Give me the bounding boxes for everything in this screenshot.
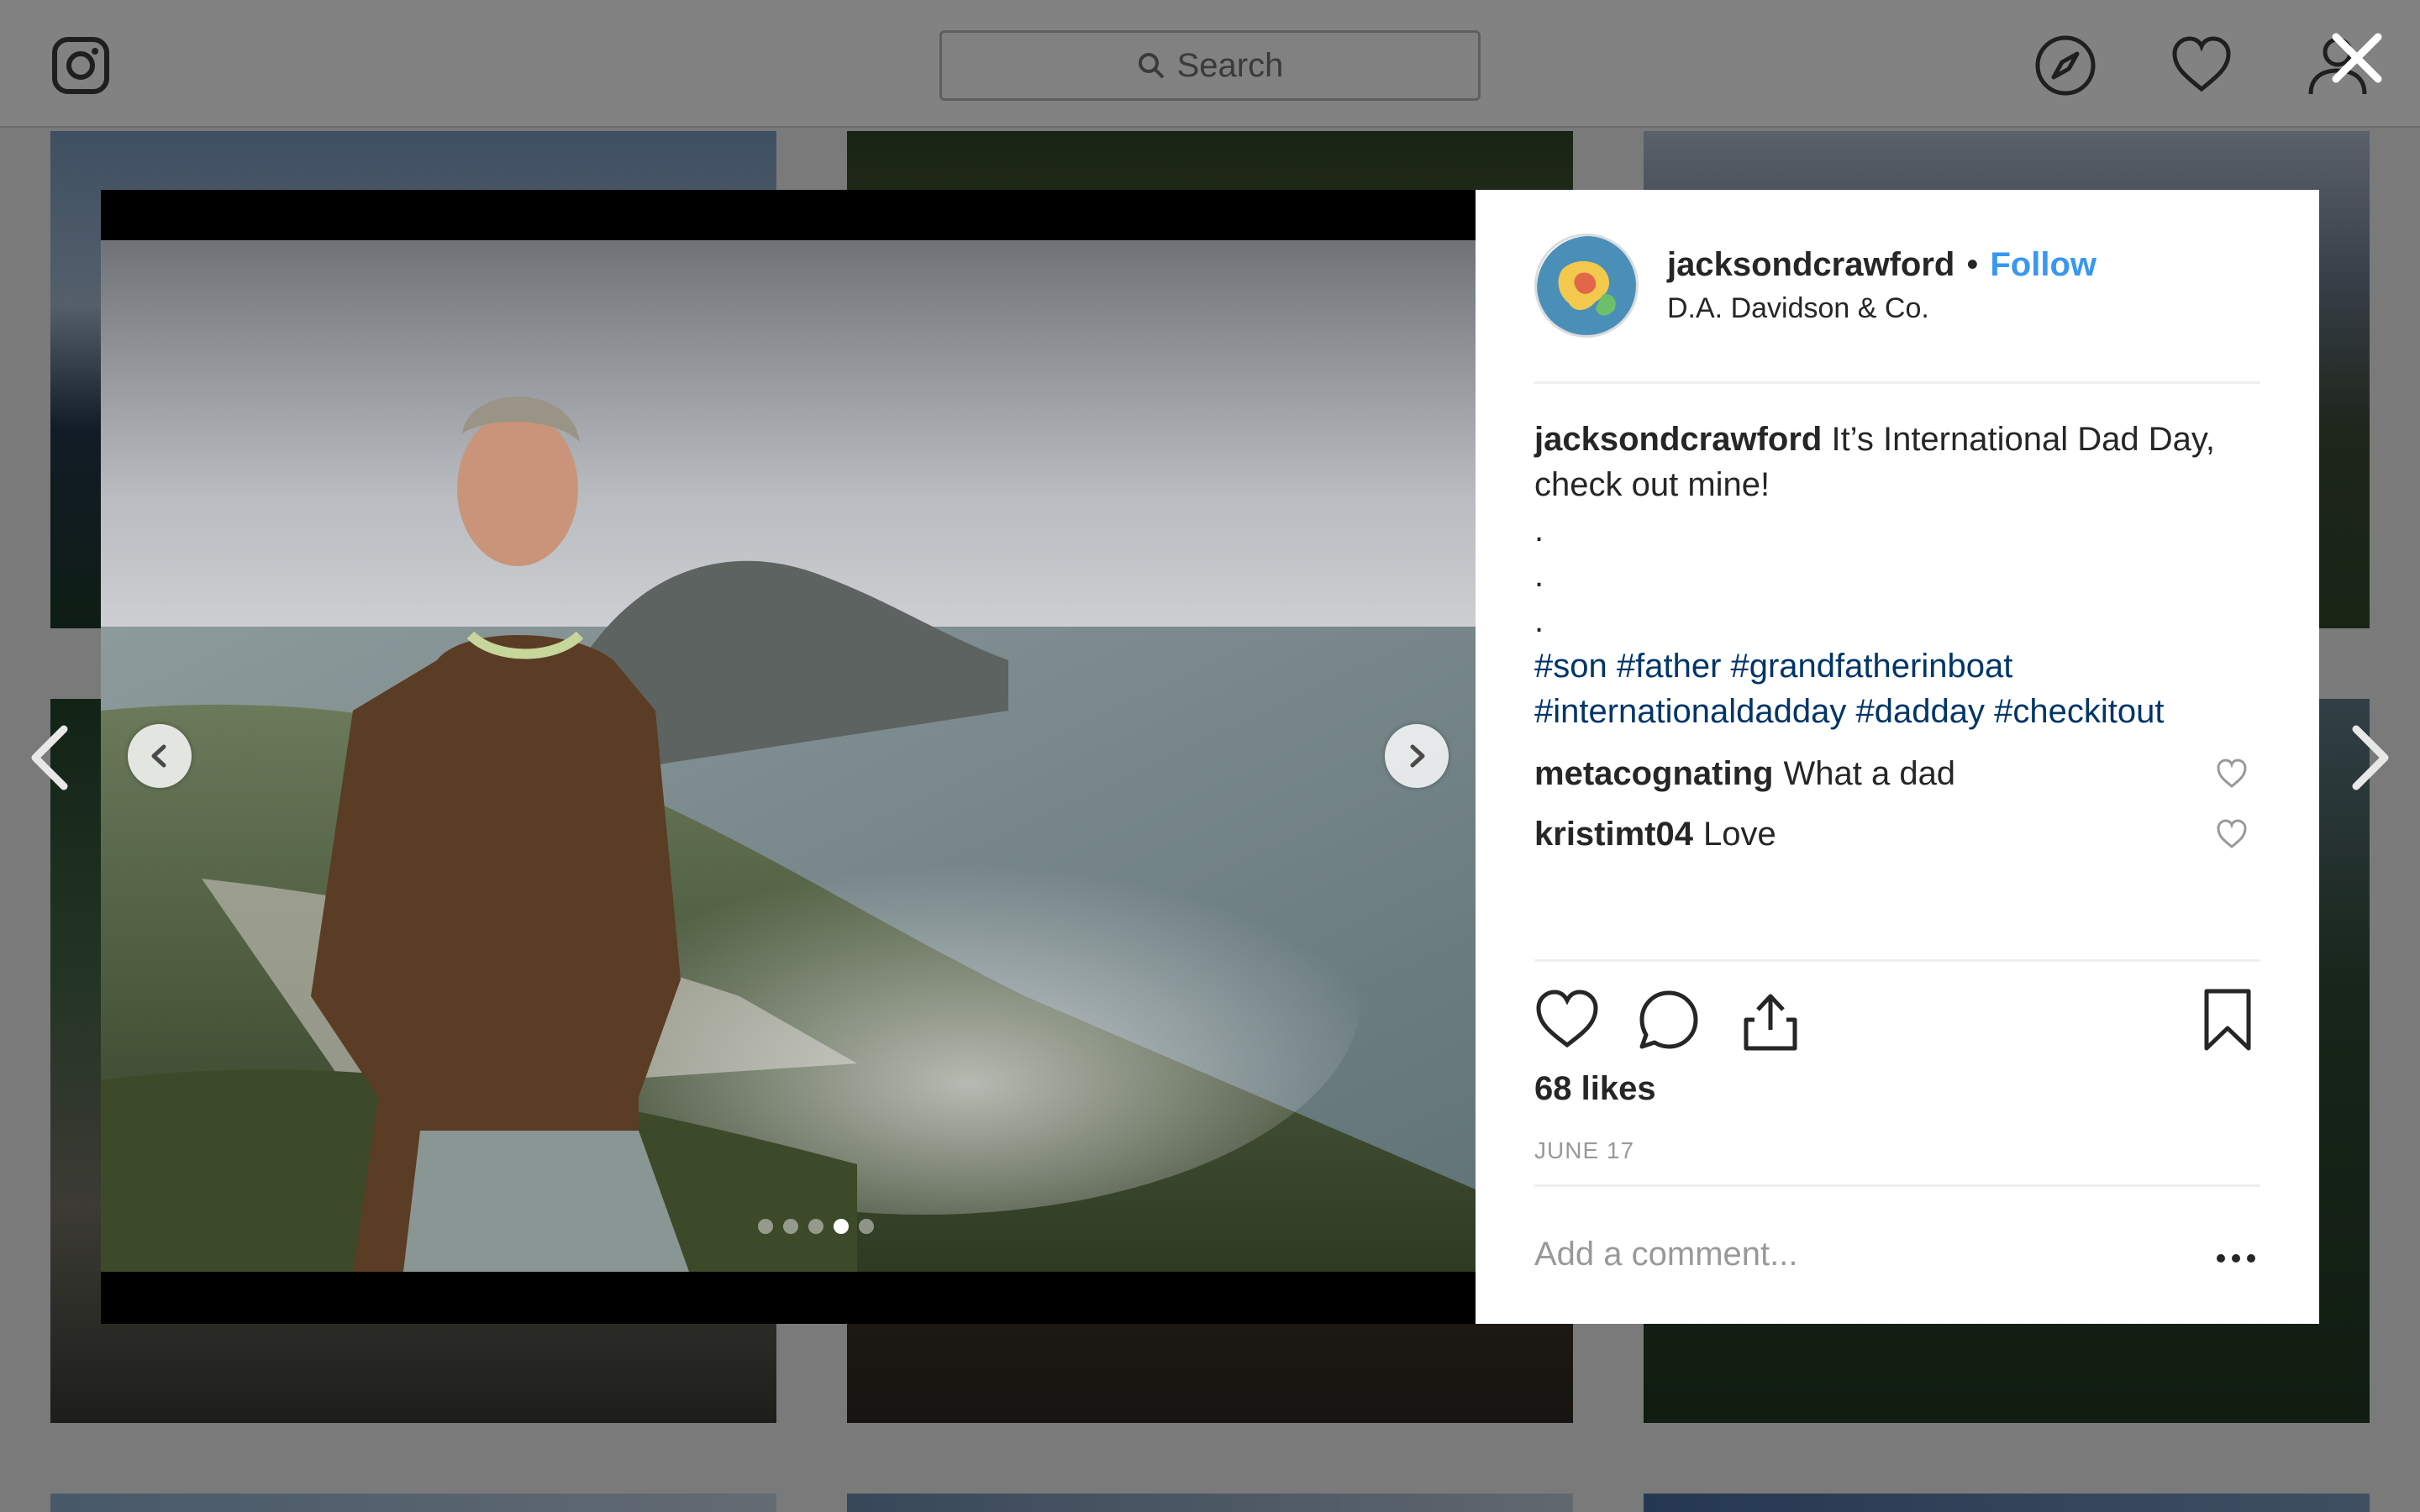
comment-username[interactable]: kristimt04 <box>1534 811 1693 857</box>
caption-dot: . <box>1534 557 1544 594</box>
carousel-dot <box>859 1219 874 1234</box>
post-date: JUNE 17 <box>1534 1137 1635 1163</box>
post-author-username[interactable]: jacksondcrawford <box>1667 246 1954 284</box>
post-header: jacksondcrawford • Follow D.A. Davidson … <box>1534 234 2260 338</box>
follow-button[interactable]: Follow <box>1990 246 2096 284</box>
carousel-dot <box>808 1219 823 1234</box>
comment-row: metacognating What a dad <box>1534 751 2260 796</box>
post-modal: jacksondcrawford • Follow D.A. Davidson … <box>101 190 2319 1324</box>
carousel-dot <box>758 1219 773 1234</box>
caption-dot: . <box>1534 602 1544 639</box>
carousel-dot <box>783 1219 798 1234</box>
post-caption: jacksondcrawford It’s International Dad … <box>1534 417 2260 734</box>
more-options-icon[interactable] <box>2215 1250 2257 1267</box>
divider <box>1534 1184 2260 1187</box>
header-separator: • <box>1966 246 1979 283</box>
post-location[interactable]: D.A. Davidson & Co. <box>1667 292 2096 325</box>
heart-icon[interactable] <box>2168 32 2235 99</box>
add-comment-input[interactable]: Add a comment... <box>1534 1236 1797 1273</box>
grid-tile[interactable] <box>847 1494 1573 1512</box>
grid-tile[interactable] <box>1644 1494 2370 1512</box>
carousel-next-button[interactable] <box>1385 724 1449 788</box>
search-input[interactable]: Search <box>939 30 1481 101</box>
previous-post-arrow-icon[interactable] <box>29 724 71 791</box>
carousel-dot <box>834 1219 849 1234</box>
instagram-logo-icon[interactable] <box>50 35 111 96</box>
likes-count[interactable]: 68 likes <box>1534 1070 1656 1108</box>
post-details-panel: jacksondcrawford • Follow D.A. Davidson … <box>1476 190 2319 1324</box>
top-navigation-bar: Search <box>0 0 2420 128</box>
compass-icon[interactable] <box>2032 32 2099 99</box>
comment-text: What a dad <box>1783 755 1956 792</box>
grid-tile[interactable] <box>50 1494 776 1512</box>
post-photo[interactable] <box>101 240 1476 1272</box>
post-media <box>101 190 1476 1324</box>
post-actions <box>1534 988 2260 1055</box>
like-comment-heart-icon[interactable] <box>2215 817 2249 851</box>
avatar[interactable] <box>1534 234 1639 338</box>
caption-hashtags[interactable]: #son #father #grandfatherinboat <box>1534 643 2260 689</box>
search-icon <box>1138 53 1165 79</box>
close-icon[interactable] <box>2328 29 2386 87</box>
comment-row: kristimt04 Love <box>1534 811 2260 857</box>
comment-bubble-icon[interactable] <box>1637 988 1702 1053</box>
chevron-left-icon <box>151 744 166 768</box>
share-icon[interactable] <box>1738 988 1803 1053</box>
divider <box>1534 959 2260 962</box>
search-placeholder: Search <box>1176 46 1284 84</box>
like-heart-icon[interactable] <box>1534 988 1600 1053</box>
caption-username[interactable]: jacksondcrawford <box>1534 421 1822 458</box>
divider <box>1534 381 2260 384</box>
bookmark-icon[interactable] <box>2195 988 2260 1053</box>
carousel-prev-button[interactable] <box>128 724 192 788</box>
chevron-right-icon <box>1410 744 1425 768</box>
caption-hashtags[interactable]: #internationaldadday #dadday #checkitout <box>1534 689 2260 734</box>
comment-username[interactable]: metacognating <box>1534 751 1773 796</box>
comment-text: Love <box>1702 816 1776 853</box>
caption-dot: . <box>1534 512 1544 549</box>
next-post-arrow-icon[interactable] <box>2349 724 2391 791</box>
like-comment-heart-icon[interactable] <box>2215 757 2249 790</box>
carousel-indicator <box>101 1219 1476 1234</box>
